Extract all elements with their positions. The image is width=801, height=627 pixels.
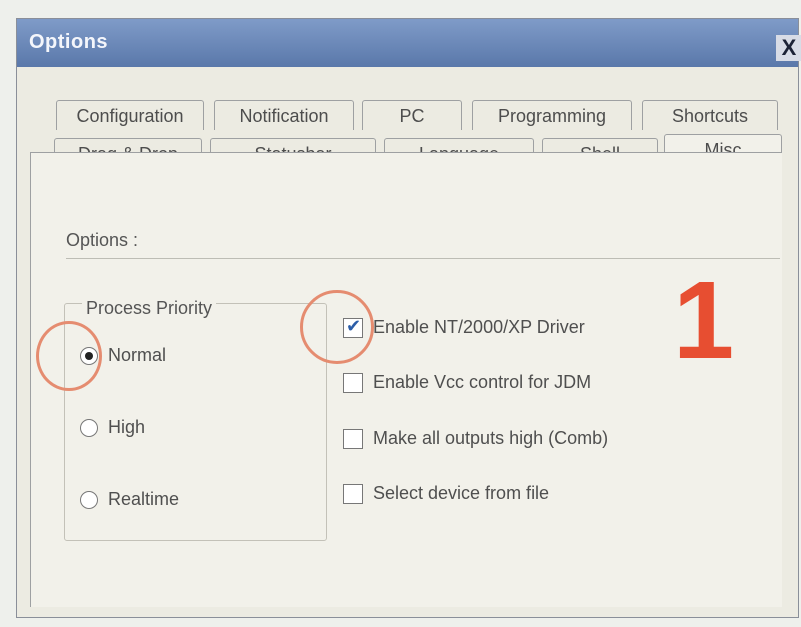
select-device-option[interactable]: Select device from file	[343, 483, 549, 504]
enable-vcc-option[interactable]: Enable Vcc control for JDM	[343, 372, 591, 393]
title-bar[interactable]: Options X	[17, 19, 801, 67]
enable-vcc-label: Enable Vcc control for JDM	[373, 372, 592, 392]
annotation-circle-driver	[300, 290, 374, 364]
enable-vcc-checkbox[interactable]	[343, 372, 363, 393]
make-outputs-high-option[interactable]: Make all outputs high (Comb)	[343, 428, 608, 449]
radio-realtime[interactable]	[80, 490, 98, 509]
select-device-label: Select device from file	[373, 483, 550, 503]
radio-high[interactable]	[80, 418, 98, 437]
tab-configuration[interactable]: Configuration	[56, 100, 204, 130]
tab-programming[interactable]: Programming	[472, 100, 632, 130]
process-priority-label: Process Priority	[82, 298, 217, 319]
annotation-circle-normal	[36, 321, 102, 391]
tab-notification[interactable]: Notification	[214, 100, 354, 130]
close-icon[interactable]: X	[776, 35, 801, 61]
make-outputs-high-label: Make all outputs high (Comb)	[373, 428, 609, 448]
annotation-number: 1	[673, 259, 735, 382]
options-section-label: Options :	[66, 230, 139, 250]
radio-realtime-label: Realtime	[108, 489, 180, 509]
tab-shortcuts[interactable]: Shortcuts	[642, 100, 778, 130]
make-outputs-high-checkbox[interactable]	[343, 428, 363, 449]
enable-driver-option[interactable]: Enable NT/2000/XP Driver	[343, 316, 585, 338]
radio-high-label: High	[108, 417, 146, 437]
dialog-title: Options	[29, 31, 109, 53]
select-device-checkbox[interactable]	[343, 483, 363, 504]
priority-realtime-option[interactable]: Realtime	[80, 489, 179, 510]
tab-pc[interactable]: PC	[362, 100, 462, 130]
radio-normal-label: Normal	[108, 345, 167, 365]
priority-high-option[interactable]: High	[80, 417, 145, 438]
enable-driver-label: Enable NT/2000/XP Driver	[373, 317, 585, 337]
